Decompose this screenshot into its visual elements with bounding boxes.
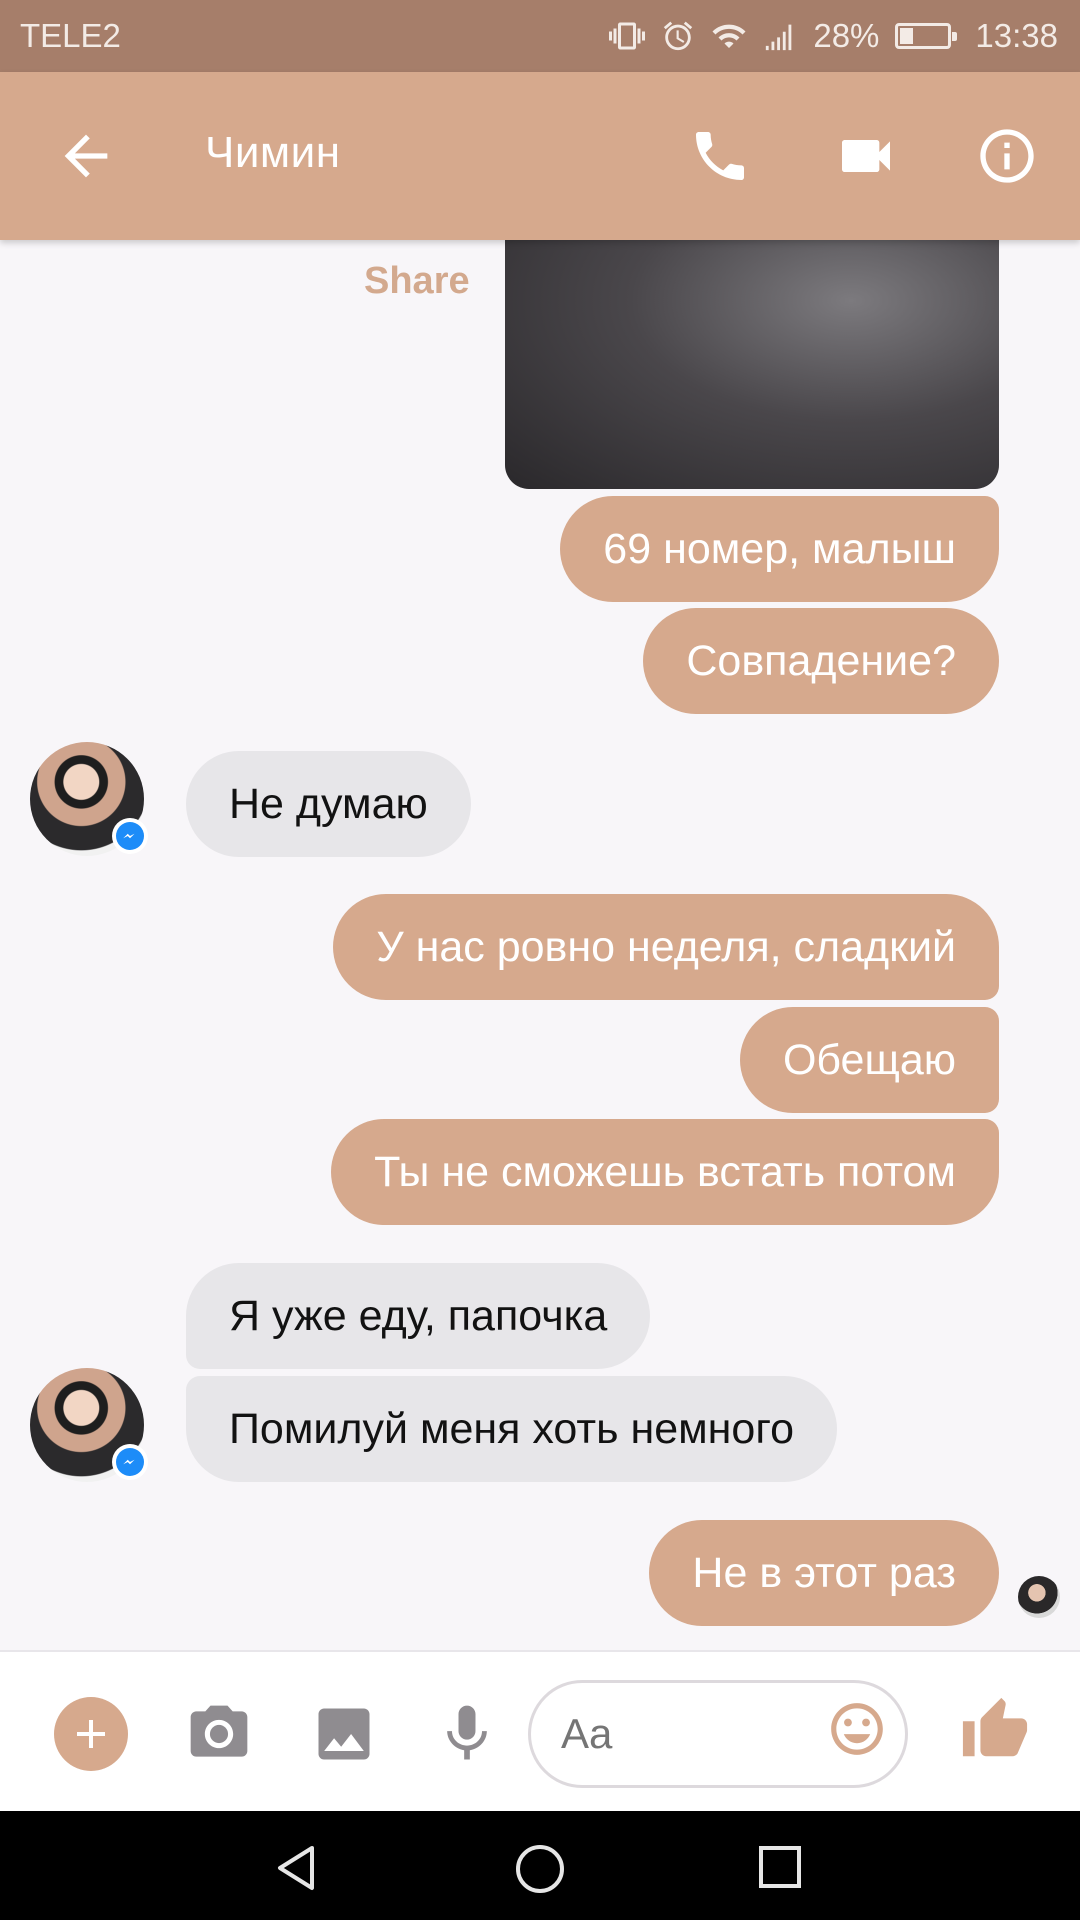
messenger-badge-icon [112, 818, 148, 854]
battery-icon [895, 23, 958, 49]
voice-call-button[interactable] [688, 124, 752, 188]
message-list[interactable]: Share 69 номер, малыш Совпадение? Не дум… [0, 240, 1080, 1650]
nav-back-button[interactable] [272, 1843, 322, 1893]
back-arrow-icon [64, 134, 108, 178]
battery-percent: 28% [813, 17, 880, 54]
alarm-icon [664, 21, 693, 51]
camera-button[interactable] [185, 1700, 253, 1768]
wifi-icon [712, 24, 746, 48]
clock: 13:38 [975, 17, 1058, 54]
video-call-button[interactable] [834, 124, 898, 188]
incoming-message[interactable]: Помилуй меня хоть немного [186, 1376, 837, 1482]
thumbs-up-icon [962, 1697, 1028, 1757]
outgoing-message[interactable]: Ты не сможешь встать потом [331, 1119, 999, 1225]
outgoing-message[interactable]: У нас ровно неделя, сладкий [333, 894, 999, 1000]
voice-message-button[interactable] [433, 1698, 501, 1770]
signal-icon [766, 24, 792, 51]
carrier-label: TELE2 [20, 17, 121, 54]
phone-icon [696, 132, 744, 180]
microphone-icon [447, 1705, 487, 1760]
contact-avatar[interactable] [30, 1368, 148, 1482]
image-icon [318, 1708, 370, 1760]
camera-icon [190, 1705, 248, 1757]
nav-recents-icon [759, 1846, 801, 1888]
nav-back-icon [278, 1846, 314, 1890]
back-button[interactable] [54, 124, 118, 188]
incoming-message[interactable]: Я уже еду, папочка [186, 1263, 651, 1369]
vibrate-icon [609, 22, 646, 50]
outgoing-message[interactable]: 69 номер, малыш [560, 496, 999, 602]
contact-avatar[interactable] [30, 742, 148, 856]
messenger-badge-icon [112, 1444, 148, 1480]
outgoing-message[interactable]: Обещаю [739, 1007, 999, 1113]
emoji-icon [831, 1703, 883, 1755]
plus-icon [77, 1720, 105, 1748]
message-composer [0, 1650, 1080, 1811]
system-navigation-bar [0, 1811, 1080, 1920]
video-camera-icon [842, 140, 890, 172]
outgoing-message[interactable]: Не в этот раз [649, 1520, 999, 1626]
more-actions-button[interactable] [54, 1697, 128, 1771]
info-icon [980, 129, 1034, 183]
nav-home-icon [516, 1845, 564, 1893]
emoji-button[interactable] [826, 1698, 888, 1760]
conversation-info-button[interactable] [975, 124, 1039, 188]
shared-photo[interactable] [505, 240, 999, 489]
conversation-header: Чимин [0, 72, 1080, 240]
status-bar: TELE2 28% 13:38 [0, 0, 1080, 72]
nav-recents-button[interactable] [756, 1843, 804, 1891]
nav-home-button[interactable] [514, 1843, 566, 1895]
read-receipt-avatar [1018, 1576, 1060, 1618]
outgoing-message[interactable]: Совпадение? [643, 608, 999, 714]
gallery-button[interactable] [310, 1700, 378, 1768]
battery-level [900, 28, 914, 44]
incoming-message[interactable]: Не думаю [186, 751, 471, 857]
share-link[interactable]: Share [364, 260, 470, 303]
status-icons: 28% 13:38 [609, 17, 1058, 55]
contact-name[interactable]: Чимин [205, 128, 341, 178]
like-button[interactable] [960, 1694, 1030, 1766]
